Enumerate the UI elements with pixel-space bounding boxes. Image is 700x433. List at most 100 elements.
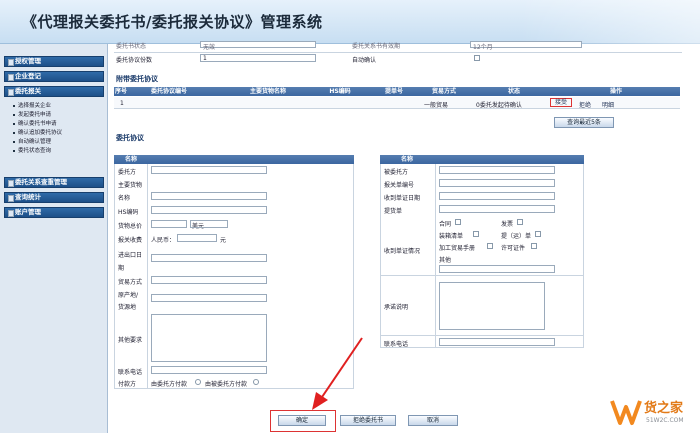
- pay-option-agent[interactable]: 由被委托方付款: [205, 379, 247, 388]
- label-doc-receipt-status: 收到单证情况: [384, 248, 421, 255]
- doc-receipt-date-input[interactable]: [439, 192, 555, 200]
- watermark-brand: 货之家: [644, 401, 684, 416]
- doc-license-checkbox[interactable]: [531, 243, 537, 249]
- agreement-count-input[interactable]: 1: [200, 54, 316, 62]
- auto-confirm-checkbox[interactable]: [474, 55, 480, 61]
- label-payer: 付款方: [118, 381, 137, 388]
- sidebar-item-confirm-request[interactable]: 确认委托书申请: [13, 120, 57, 128]
- w-logo-icon: [610, 400, 642, 425]
- right-table: 被委托方 报关单编号 收到单证日期 提货单 收到单证情况 合同 发票 装箱清单 …: [380, 164, 584, 276]
- row-index: 1: [120, 100, 124, 107]
- label-phone: 联系电话: [118, 369, 143, 376]
- cancel-button[interactable]: 取消: [408, 415, 458, 426]
- commitment-divider: [435, 276, 436, 336]
- label-source: 货源地: [118, 304, 137, 311]
- sidebar: 授权管理 企业登记 委托报关 选择报关企业 发起委托申请 确认委托书申请 确认追…: [0, 44, 108, 433]
- label-agent: 被委托方: [384, 169, 409, 176]
- label-commitment: 承诺说明: [384, 304, 409, 311]
- right-table-header: 名称: [380, 155, 584, 164]
- commitment-textarea[interactable]: [439, 282, 545, 330]
- origin-input[interactable]: [151, 294, 267, 302]
- detail-link[interactable]: 明细: [602, 100, 614, 109]
- doc-bill-of-lading: 提（运）单: [501, 233, 532, 240]
- accept-link[interactable]: 接受: [550, 98, 572, 107]
- label-total-value: 货物总价: [118, 223, 143, 230]
- sidebar-item-status-query[interactable]: 委托状态查询: [12, 147, 51, 155]
- row-status: 0委托发起待确认: [476, 102, 522, 109]
- left-phone-input[interactable]: [151, 366, 267, 374]
- reject-agreement-button[interactable]: 拒绝委托书: [340, 415, 396, 426]
- commitment-row: 承诺说明: [380, 276, 584, 336]
- currency-usd-box: [190, 220, 228, 228]
- pay-option-client-radio[interactable]: [195, 379, 201, 385]
- status-label: 委托书状态: [116, 43, 147, 50]
- other-requirements-textarea[interactable]: [151, 314, 267, 362]
- sidebar-menu-statistics[interactable]: 查询统计: [4, 192, 104, 203]
- hs-code-input[interactable]: [151, 206, 267, 214]
- sidebar-menu-authorization[interactable]: 授权管理: [4, 56, 104, 67]
- total-value-input[interactable]: [151, 220, 187, 228]
- label-customs-fee: 报关收费: [118, 237, 143, 244]
- sidebar-item-select-broker[interactable]: 选择报关企业: [12, 102, 51, 110]
- col-agreement-no: 委托协议编号: [150, 88, 187, 95]
- right-phone-input[interactable]: [439, 338, 555, 346]
- doc-packing-list-checkbox[interactable]: [473, 231, 479, 237]
- validity-select[interactable]: 12个月: [470, 41, 582, 51]
- doc-invoice: 发票: [501, 221, 514, 228]
- sidebar-menu-account[interactable]: 账户管理: [4, 207, 104, 218]
- watermark-logo: 货之家 51W2C.COM: [610, 395, 698, 431]
- main-content: 委托书状态 无效 委托关系书有效期 12个月 委托协议份数 1 自动确认 附带委…: [112, 41, 700, 433]
- attached-table-header: 序号 委托协议编号 主要货物名称 HS编码 提单号 贸易方式 状态 操作: [114, 87, 680, 96]
- validity-label: 委托关系书有效期: [352, 43, 401, 50]
- sidebar-item-confirm-additional[interactable]: 确认追加委托协议: [12, 129, 62, 137]
- sidebar-item-auto-confirm[interactable]: 自动确认管理: [12, 138, 51, 146]
- doc-other: 其他: [439, 257, 452, 264]
- delivery-order-input[interactable]: [439, 205, 555, 213]
- client-input[interactable]: [151, 166, 267, 174]
- sidebar-menu-entrust-customs[interactable]: 委托报关: [4, 86, 104, 97]
- label-declaration-no: 报关单编号: [384, 182, 415, 189]
- row-trade-mode: 一般贸易: [424, 102, 449, 109]
- unit-yuan: 元: [220, 237, 227, 244]
- col-hs-code: HS编码: [329, 88, 351, 95]
- sidebar-menu-company-registration[interactable]: 企业登记: [4, 71, 104, 82]
- doc-other-input[interactable]: [439, 265, 555, 273]
- confirm-button[interactable]: 确定: [278, 415, 326, 426]
- right-phone-row: 联系电话: [380, 336, 584, 348]
- query-recent-button[interactable]: 查询最近5条: [554, 117, 614, 128]
- import-export-date-input[interactable]: [151, 254, 267, 262]
- sidebar-item-send-request[interactable]: 发起委托申请: [12, 111, 51, 119]
- sidebar-menu-relation-check[interactable]: 委托关系查重管理: [4, 177, 104, 188]
- right-header-name: 名称: [400, 156, 413, 163]
- attached-section-title: 附带委托协议: [116, 75, 158, 83]
- trade-mode-input[interactable]: [151, 276, 267, 284]
- currency-rmb: 人民币：: [151, 237, 176, 244]
- doc-bill-of-lading-checkbox[interactable]: [535, 231, 541, 237]
- pay-option-agent-radio[interactable]: [253, 379, 259, 385]
- label-import-export-date: 进出口日: [118, 252, 143, 259]
- auto-confirm-label: 自动确认: [352, 57, 377, 64]
- col-index: 序号: [114, 88, 127, 95]
- status-select[interactable]: 无效: [200, 41, 316, 51]
- reject-link[interactable]: 拒绝: [579, 100, 591, 109]
- label-origin: 原产地/: [118, 292, 139, 299]
- agent-input[interactable]: [439, 166, 555, 174]
- label-trade-mode: 贸易方式: [118, 279, 143, 286]
- customs-fee-input[interactable]: [177, 234, 217, 242]
- doc-invoice-checkbox[interactable]: [517, 219, 523, 225]
- label-doc-receipt-date: 收到单证日期: [384, 195, 421, 202]
- declaration-no-input[interactable]: [439, 179, 555, 187]
- attached-table-row: 1 一般贸易 0委托发起待确认 接受 拒绝 明细: [114, 97, 680, 109]
- doc-license: 许可证件: [501, 245, 526, 252]
- row-divider: [114, 52, 682, 53]
- label-hs-code: HS编码: [118, 209, 139, 216]
- agreement-count-label: 委托协议份数: [116, 57, 153, 64]
- goods-name-input[interactable]: [151, 192, 267, 200]
- doc-contract-checkbox[interactable]: [455, 219, 461, 225]
- watermark-url: 51W2C.COM: [646, 417, 684, 424]
- doc-processing-manual-checkbox[interactable]: [487, 243, 493, 249]
- agreement-section-title: 委托协议: [116, 134, 144, 142]
- left-table-header: 名称: [114, 155, 354, 164]
- col-bill-no: 提单号: [384, 88, 403, 95]
- pay-option-client[interactable]: 由委托方付款: [151, 379, 187, 388]
